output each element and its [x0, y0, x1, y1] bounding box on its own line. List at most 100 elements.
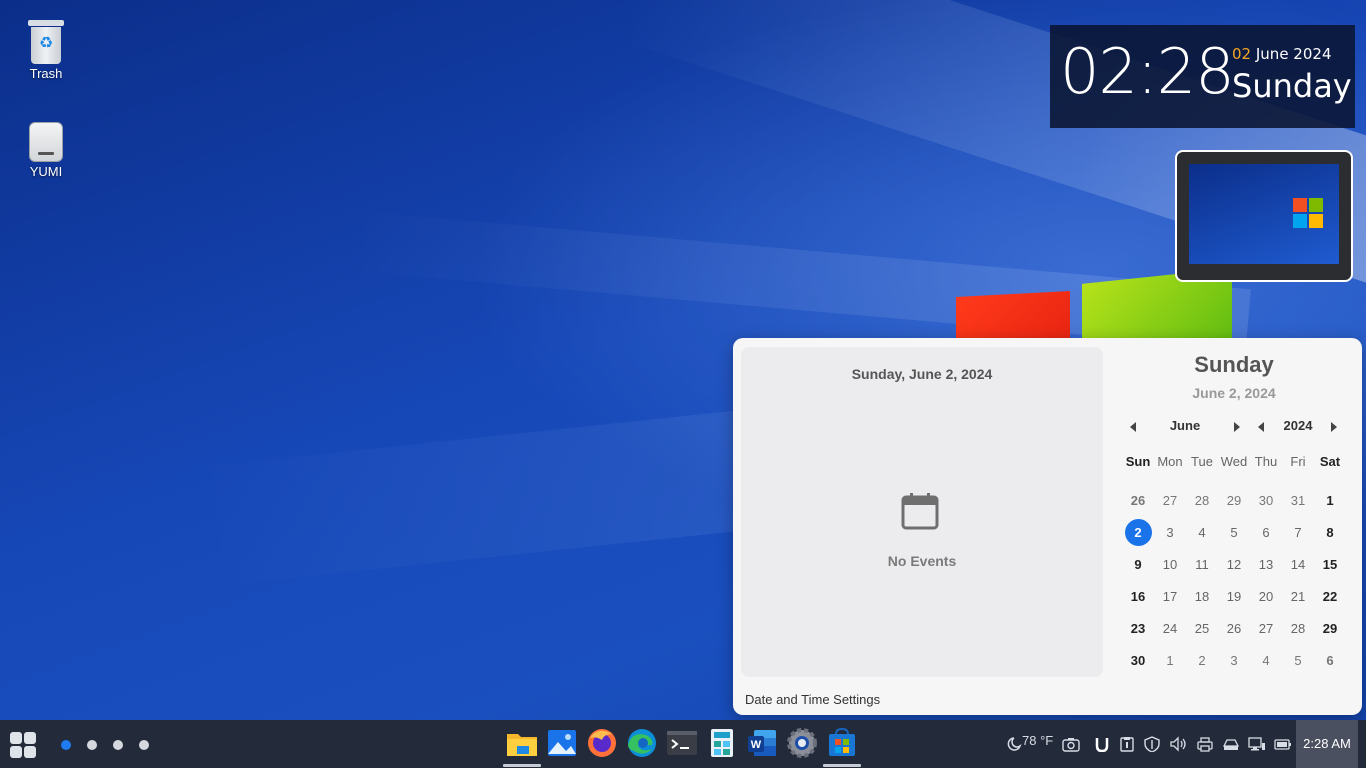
desktop-icon-yumi[interactable]: YUMI: [6, 122, 86, 179]
weekday-header: Tue: [1191, 453, 1213, 469]
volume-icon[interactable]: [1169, 736, 1187, 752]
next-year-icon[interactable]: [1331, 422, 1337, 432]
calendar-day[interactable]: 28: [1186, 493, 1218, 508]
calendar-day[interactable]: 22: [1314, 589, 1346, 604]
clipboard-icon[interactable]: [1118, 736, 1136, 752]
calendar-day[interactable]: 29: [1314, 621, 1346, 636]
calendar-day[interactable]: 12: [1218, 557, 1250, 572]
calendar-day[interactable]: 14: [1282, 557, 1314, 572]
month-year-navigator: June 2024: [1122, 418, 1346, 436]
calendar-day[interactable]: 5: [1218, 525, 1250, 540]
image-viewer-icon[interactable]: [544, 726, 580, 760]
month-label: June: [1169, 418, 1201, 433]
calendar-weekday: Sunday: [1194, 352, 1274, 377]
calendar-day[interactable]: 30: [1122, 653, 1154, 668]
trash-icon: ♻: [28, 20, 64, 64]
calendar-day[interactable]: 25: [1186, 621, 1218, 636]
calendar-day[interactable]: 19: [1218, 589, 1250, 604]
calendar-day[interactable]: 5: [1282, 653, 1314, 668]
network-icon[interactable]: [1248, 736, 1266, 752]
calendar-day[interactable]: 1: [1314, 493, 1346, 508]
calendar-day[interactable]: 24: [1154, 621, 1186, 636]
calendar-day[interactable]: 9: [1122, 557, 1154, 572]
calendar-day[interactable]: 10: [1154, 557, 1186, 572]
workspace-dot-2[interactable]: [87, 740, 97, 750]
calendar-day[interactable]: 2: [1186, 653, 1218, 668]
date-time-settings-link[interactable]: Date and Time Settings: [745, 692, 880, 707]
app-running-indicator: [823, 764, 861, 767]
start-menu-button[interactable]: [10, 732, 38, 758]
calendar-day[interactable]: 28: [1282, 621, 1314, 636]
workspace-preview[interactable]: [1175, 150, 1353, 282]
weather-temperature[interactable]: 78 °F: [1022, 733, 1053, 755]
calendar-day[interactable]: 1: [1154, 653, 1186, 668]
settings-icon[interactable]: [784, 726, 820, 760]
weather-moon-icon[interactable]: [1004, 736, 1022, 752]
calendar-day-today[interactable]: 2: [1122, 518, 1154, 546]
calendar-day[interactable]: 31: [1282, 493, 1314, 508]
next-month-icon[interactable]: [1234, 422, 1240, 432]
desktop-icon-trash[interactable]: ♻ Trash: [6, 20, 86, 81]
calendar-day[interactable]: 8: [1314, 525, 1346, 540]
calendar-day[interactable]: 18: [1186, 589, 1218, 604]
calendar-day[interactable]: 26: [1218, 621, 1250, 636]
calendar-week-row: 16 17 18 19 20 21 22: [1122, 580, 1346, 612]
clock-date: 02 June 2024: [1232, 45, 1331, 63]
calendar-day[interactable]: 3: [1218, 653, 1250, 668]
clock-weekday: Sunday: [1232, 67, 1352, 105]
year-label: 2024: [1283, 418, 1313, 433]
prev-year-icon[interactable]: [1258, 422, 1264, 432]
no-events-label: No Events: [887, 553, 957, 569]
calendar-week-row: 26 27 28 29 30 31 1: [1122, 484, 1346, 516]
calendar-day[interactable]: 17: [1154, 589, 1186, 604]
terminal-icon[interactable]: [664, 726, 700, 760]
screenshot-icon[interactable]: [1062, 736, 1080, 752]
calendar-week-row: 2 3 4 5 6 7 8: [1122, 516, 1346, 548]
calendar-day[interactable]: 26: [1122, 493, 1154, 508]
calendar-week-row: 9 10 11 12 13 14 15: [1122, 548, 1346, 580]
app-indicator-j-icon[interactable]: [1092, 736, 1110, 752]
firefox-icon[interactable]: [584, 726, 620, 760]
store-icon[interactable]: [824, 726, 860, 760]
clock-widget: 02:28 02 June 2024 Sunday: [1050, 25, 1355, 128]
workspace-dot-4[interactable]: [139, 740, 149, 750]
clock-time: 02:28: [1060, 35, 1235, 108]
prev-month-icon[interactable]: [1130, 422, 1136, 432]
taskbar-clock[interactable]: 2:28 AM: [1296, 720, 1358, 768]
calendar-day[interactable]: 16: [1122, 589, 1154, 604]
calendar-day[interactable]: 6: [1250, 525, 1282, 540]
desktop-icon-label: YUMI: [29, 164, 63, 179]
calendar-day[interactable]: 30: [1250, 493, 1282, 508]
calendar-day[interactable]: 15: [1314, 557, 1346, 572]
weekday-header: Mon: [1157, 453, 1183, 469]
printer-icon[interactable]: [1196, 736, 1214, 752]
calendar-day[interactable]: 6: [1314, 653, 1346, 668]
calendar-day[interactable]: 7: [1282, 525, 1314, 540]
calendar-day[interactable]: 20: [1250, 589, 1282, 604]
calendar-day[interactable]: 21: [1282, 589, 1314, 604]
calendar-day[interactable]: 4: [1250, 653, 1282, 668]
weekday-header: Fri: [1290, 453, 1306, 469]
calculator-icon[interactable]: [704, 726, 740, 760]
file-manager-icon[interactable]: [504, 726, 540, 760]
calendar-day[interactable]: 27: [1154, 493, 1186, 508]
calendar-day[interactable]: 13: [1250, 557, 1282, 572]
drive-icon[interactable]: [1222, 736, 1240, 752]
calendar-day[interactable]: 3: [1154, 525, 1186, 540]
weekday-header: Wed: [1220, 453, 1248, 469]
events-pane: Sunday, June 2, 2024 No Events: [741, 347, 1103, 677]
calendar-popup: Sunday, June 2, 2024 No Events Date and …: [733, 338, 1362, 715]
drive-icon: [29, 122, 63, 162]
battery-icon[interactable]: [1274, 736, 1292, 752]
edge-icon[interactable]: [624, 726, 660, 760]
calendar-day[interactable]: 4: [1186, 525, 1218, 540]
word-icon[interactable]: W: [744, 726, 780, 760]
workspace-dot-1[interactable]: [61, 740, 71, 750]
calendar-day[interactable]: 23: [1122, 621, 1154, 636]
calendar-day[interactable]: 11: [1186, 557, 1218, 572]
calendar-day[interactable]: 27: [1250, 621, 1282, 636]
shield-icon[interactable]: [1143, 736, 1161, 752]
calendar-day[interactable]: 29: [1218, 493, 1250, 508]
calendar-week-row: 23 24 25 26 27 28 29: [1122, 612, 1346, 644]
workspace-dot-3[interactable]: [113, 740, 123, 750]
